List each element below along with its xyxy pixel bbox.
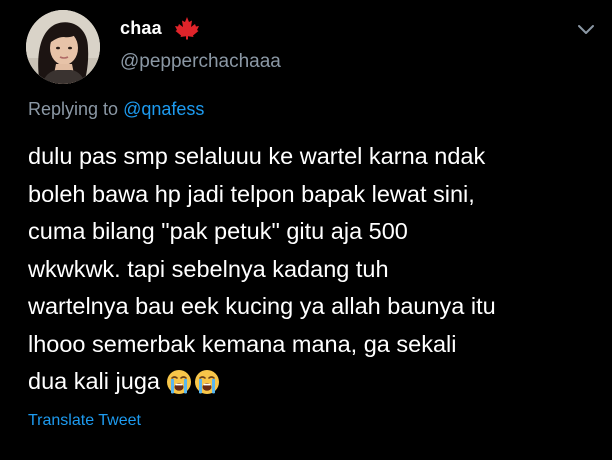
maple-leaf-icon xyxy=(175,17,199,40)
reply-mention-link[interactable]: @qnafess xyxy=(123,99,204,119)
tweet-text: dulu pas smp selaluuu ke wartel karna nd… xyxy=(28,143,496,394)
tweet-card: chaa @pepperchachaaa Replying to @qnafes… xyxy=(0,0,612,460)
user-handle[interactable]: @pepperchachaaa xyxy=(120,51,281,73)
emoji-group xyxy=(166,369,222,407)
tweet-body: dulu pas smp selaluuu ke wartel karna nd… xyxy=(28,138,598,407)
replying-to-label: Replying to xyxy=(28,99,124,119)
chevron-down-icon[interactable] xyxy=(576,22,596,36)
loudly-crying-face-icon xyxy=(194,370,219,394)
loudly-crying-face-icon xyxy=(166,370,191,394)
display-name[interactable]: chaa xyxy=(120,18,162,39)
replying-to-line: Replying to @qnafess xyxy=(28,99,204,120)
avatar[interactable] xyxy=(26,10,100,84)
translate-tweet-link[interactable]: Translate Tweet xyxy=(28,412,141,430)
